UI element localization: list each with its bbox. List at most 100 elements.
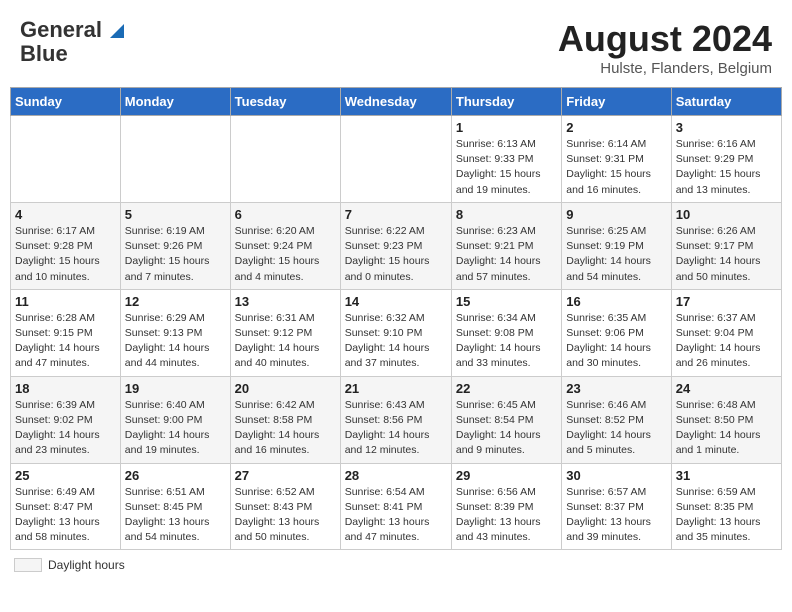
- day-number: 10: [676, 207, 777, 222]
- calendar-cell: 2 Sunrise: 6:14 AMSunset: 9:31 PMDaylight…: [562, 116, 671, 203]
- calendar-cell: 16Sunrise: 6:35 AMSunset: 9:06 PMDayligh…: [562, 289, 671, 376]
- day-info: Sunrise: 6:49 AMSunset: 8:47 PMDaylight:…: [15, 485, 116, 546]
- calendar-cell: 8Sunrise: 6:23 AMSunset: 9:21 PMDaylight…: [451, 202, 561, 289]
- calendar-cell: 30Sunrise: 6:57 AMSunset: 8:37 PMDayligh…: [562, 463, 671, 550]
- col-header-friday: Friday: [562, 88, 671, 116]
- day-number: 13: [235, 294, 336, 309]
- day-info: Sunrise: 6:25 AMSunset: 9:19 PMDaylight:…: [566, 224, 666, 285]
- calendar-cell: 17Sunrise: 6:37 AMSunset: 9:04 PMDayligh…: [671, 289, 781, 376]
- day-number: 24: [676, 381, 777, 396]
- col-header-wednesday: Wednesday: [340, 88, 451, 116]
- day-info: Sunrise: 6:29 AMSunset: 9:13 PMDaylight:…: [125, 311, 226, 372]
- calendar-table: SundayMondayTuesdayWednesdayThursdayFrid…: [10, 87, 782, 550]
- calendar-cell: [11, 116, 121, 203]
- day-info: Sunrise: 6:32 AMSunset: 9:10 PMDaylight:…: [345, 311, 447, 372]
- calendar-cell: 28 Sunrise: 6:54 AMSunset: 8:41 PMDayligh…: [340, 463, 451, 550]
- col-header-saturday: Saturday: [671, 88, 781, 116]
- calendar-cell: 1 Sunrise: 6:13 AMSunset: 9:33 PMDaylight…: [451, 116, 561, 203]
- calendar-cell: 10 Sunrise: 6:26 AMSunset: 9:17 PMDayligh…: [671, 202, 781, 289]
- day-number: 17: [676, 294, 777, 309]
- calendar-cell: 19 Sunrise: 6:40 AMSunset: 9:00 PMDayligh…: [120, 376, 230, 463]
- calendar-cell: 15Sunrise: 6:34 AMSunset: 9:08 PMDayligh…: [451, 289, 561, 376]
- calendar-week-3: 11 Sunrise: 6:28 AMSunset: 9:15 PMDayligh…: [11, 289, 782, 376]
- day-info: Sunrise: 6:14 AMSunset: 9:31 PMDaylight:…: [566, 137, 666, 198]
- day-info: Sunrise: 6:56 AMSunset: 8:39 PMDaylight:…: [456, 485, 557, 546]
- calendar-week-4: 18Sunrise: 6:39 AMSunset: 9:02 PMDayligh…: [11, 376, 782, 463]
- calendar-cell: 12Sunrise: 6:29 AMSunset: 9:13 PMDayligh…: [120, 289, 230, 376]
- calendar-cell: 3 Sunrise: 6:16 AMSunset: 9:29 PMDaylight…: [671, 116, 781, 203]
- col-header-thursday: Thursday: [451, 88, 561, 116]
- calendar-cell: 6 Sunrise: 6:20 AMSunset: 9:24 PMDaylight…: [230, 202, 340, 289]
- day-number: 25: [15, 468, 116, 483]
- col-header-sunday: Sunday: [11, 88, 121, 116]
- logo-triangle-icon: [110, 24, 124, 38]
- page-title: August 2024: [558, 18, 772, 60]
- calendar-cell: 4Sunrise: 6:17 AMSunset: 9:28 PMDaylight…: [11, 202, 121, 289]
- day-info: Sunrise: 6:57 AMSunset: 8:37 PMDaylight:…: [566, 485, 666, 546]
- day-number: 23: [566, 381, 666, 396]
- day-info: Sunrise: 6:26 AMSunset: 9:17 PMDaylight:…: [676, 224, 777, 285]
- day-number: 26: [125, 468, 226, 483]
- calendar-week-2: 4Sunrise: 6:17 AMSunset: 9:28 PMDaylight…: [11, 202, 782, 289]
- day-info: Sunrise: 6:51 AMSunset: 8:45 PMDaylight:…: [125, 485, 226, 546]
- footer: Daylight hours: [10, 558, 782, 572]
- day-info: Sunrise: 6:59 AMSunset: 8:35 PMDaylight:…: [676, 485, 777, 546]
- day-number: 1: [456, 120, 557, 135]
- day-number: 2: [566, 120, 666, 135]
- day-number: 11: [15, 294, 116, 309]
- day-info: Sunrise: 6:42 AMSunset: 8:58 PMDaylight:…: [235, 398, 336, 459]
- day-number: 15: [456, 294, 557, 309]
- day-number: 20: [235, 381, 336, 396]
- page-subtitle: Hulste, Flanders, Belgium: [558, 60, 772, 77]
- calendar-cell: 29Sunrise: 6:56 AMSunset: 8:39 PMDayligh…: [451, 463, 561, 550]
- day-number: 18: [15, 381, 116, 396]
- day-info: Sunrise: 6:22 AMSunset: 9:23 PMDaylight:…: [345, 224, 447, 285]
- day-info: Sunrise: 6:28 AMSunset: 9:15 PMDaylight:…: [15, 311, 116, 372]
- calendar-cell: 9 Sunrise: 6:25 AMSunset: 9:19 PMDaylight…: [562, 202, 671, 289]
- calendar-cell: 24 Sunrise: 6:48 AMSunset: 8:50 PMDayligh…: [671, 376, 781, 463]
- daylight-swatch: [14, 558, 42, 572]
- day-number: 7: [345, 207, 447, 222]
- day-number: 3: [676, 120, 777, 135]
- day-number: 4: [15, 207, 116, 222]
- day-number: 16: [566, 294, 666, 309]
- day-info: Sunrise: 6:40 AMSunset: 9:00 PMDaylight:…: [125, 398, 226, 459]
- day-number: 8: [456, 207, 557, 222]
- calendar-cell: 20 Sunrise: 6:42 AMSunset: 8:58 PMDayligh…: [230, 376, 340, 463]
- calendar-cell: [230, 116, 340, 203]
- calendar-cell: [120, 116, 230, 203]
- day-number: 6: [235, 207, 336, 222]
- calendar-cell: 7 Sunrise: 6:22 AMSunset: 9:23 PMDaylight…: [340, 202, 451, 289]
- day-number: 31: [676, 468, 777, 483]
- calendar-cell: 25 Sunrise: 6:49 AMSunset: 8:47 PMDayligh…: [11, 463, 121, 550]
- calendar-cell: 26 Sunrise: 6:51 AMSunset: 8:45 PMDayligh…: [120, 463, 230, 550]
- calendar-week-1: 1 Sunrise: 6:13 AMSunset: 9:33 PMDaylight…: [11, 116, 782, 203]
- calendar-cell: 11 Sunrise: 6:28 AMSunset: 9:15 PMDayligh…: [11, 289, 121, 376]
- day-number: 14: [345, 294, 447, 309]
- calendar-cell: 27Sunrise: 6:52 AMSunset: 8:43 PMDayligh…: [230, 463, 340, 550]
- calendar-cell: 13Sunrise: 6:31 AMSunset: 9:12 PMDayligh…: [230, 289, 340, 376]
- calendar-cell: 23Sunrise: 6:46 AMSunset: 8:52 PMDayligh…: [562, 376, 671, 463]
- day-number: 27: [235, 468, 336, 483]
- calendar-cell: 14 Sunrise: 6:32 AMSunset: 9:10 PMDayligh…: [340, 289, 451, 376]
- calendar-cell: [340, 116, 451, 203]
- calendar-cell: 22Sunrise: 6:45 AMSunset: 8:54 PMDayligh…: [451, 376, 561, 463]
- col-header-tuesday: Tuesday: [230, 88, 340, 116]
- day-number: 19: [125, 381, 226, 396]
- day-number: 9: [566, 207, 666, 222]
- calendar-header-row: SundayMondayTuesdayWednesdayThursdayFrid…: [11, 88, 782, 116]
- calendar-cell: 5Sunrise: 6:19 AMSunset: 9:26 PMDaylight…: [120, 202, 230, 289]
- calendar-week-5: 25 Sunrise: 6:49 AMSunset: 8:47 PMDayligh…: [11, 463, 782, 550]
- day-info: Sunrise: 6:20 AMSunset: 9:24 PMDaylight:…: [235, 224, 336, 285]
- day-number: 21: [345, 381, 447, 396]
- logo: General Blue: [20, 18, 124, 66]
- day-info: Sunrise: 6:48 AMSunset: 8:50 PMDaylight:…: [676, 398, 777, 459]
- day-info: Sunrise: 6:16 AMSunset: 9:29 PMDaylight:…: [676, 137, 777, 198]
- day-number: 28: [345, 468, 447, 483]
- day-number: 5: [125, 207, 226, 222]
- day-info: Sunrise: 6:54 AMSunset: 8:41 PMDaylight:…: [345, 485, 447, 546]
- calendar-cell: 21Sunrise: 6:43 AMSunset: 8:56 PMDayligh…: [340, 376, 451, 463]
- day-info: Sunrise: 6:13 AMSunset: 9:33 PMDaylight:…: [456, 137, 557, 198]
- day-info: Sunrise: 6:45 AMSunset: 8:54 PMDaylight:…: [456, 398, 557, 459]
- calendar-cell: 18Sunrise: 6:39 AMSunset: 9:02 PMDayligh…: [11, 376, 121, 463]
